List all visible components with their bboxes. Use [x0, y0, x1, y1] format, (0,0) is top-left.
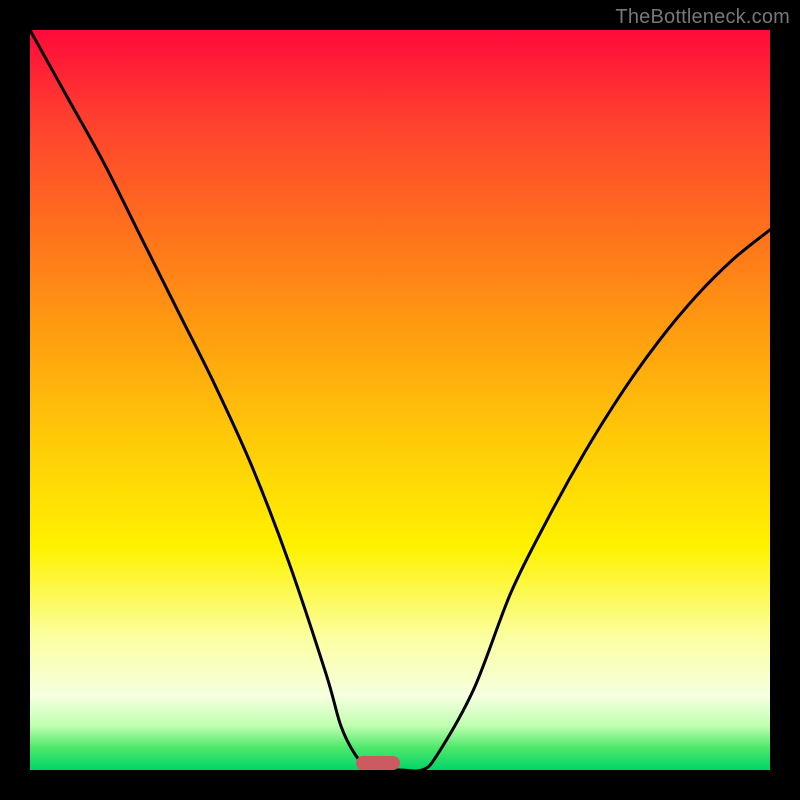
chart-frame: TheBottleneck.com — [0, 0, 800, 800]
plot-area — [30, 30, 770, 770]
watermark-text: TheBottleneck.com — [615, 6, 790, 29]
optimum-marker — [356, 756, 400, 770]
curve-svg — [30, 30, 770, 770]
bottleneck-curve — [30, 30, 770, 770]
